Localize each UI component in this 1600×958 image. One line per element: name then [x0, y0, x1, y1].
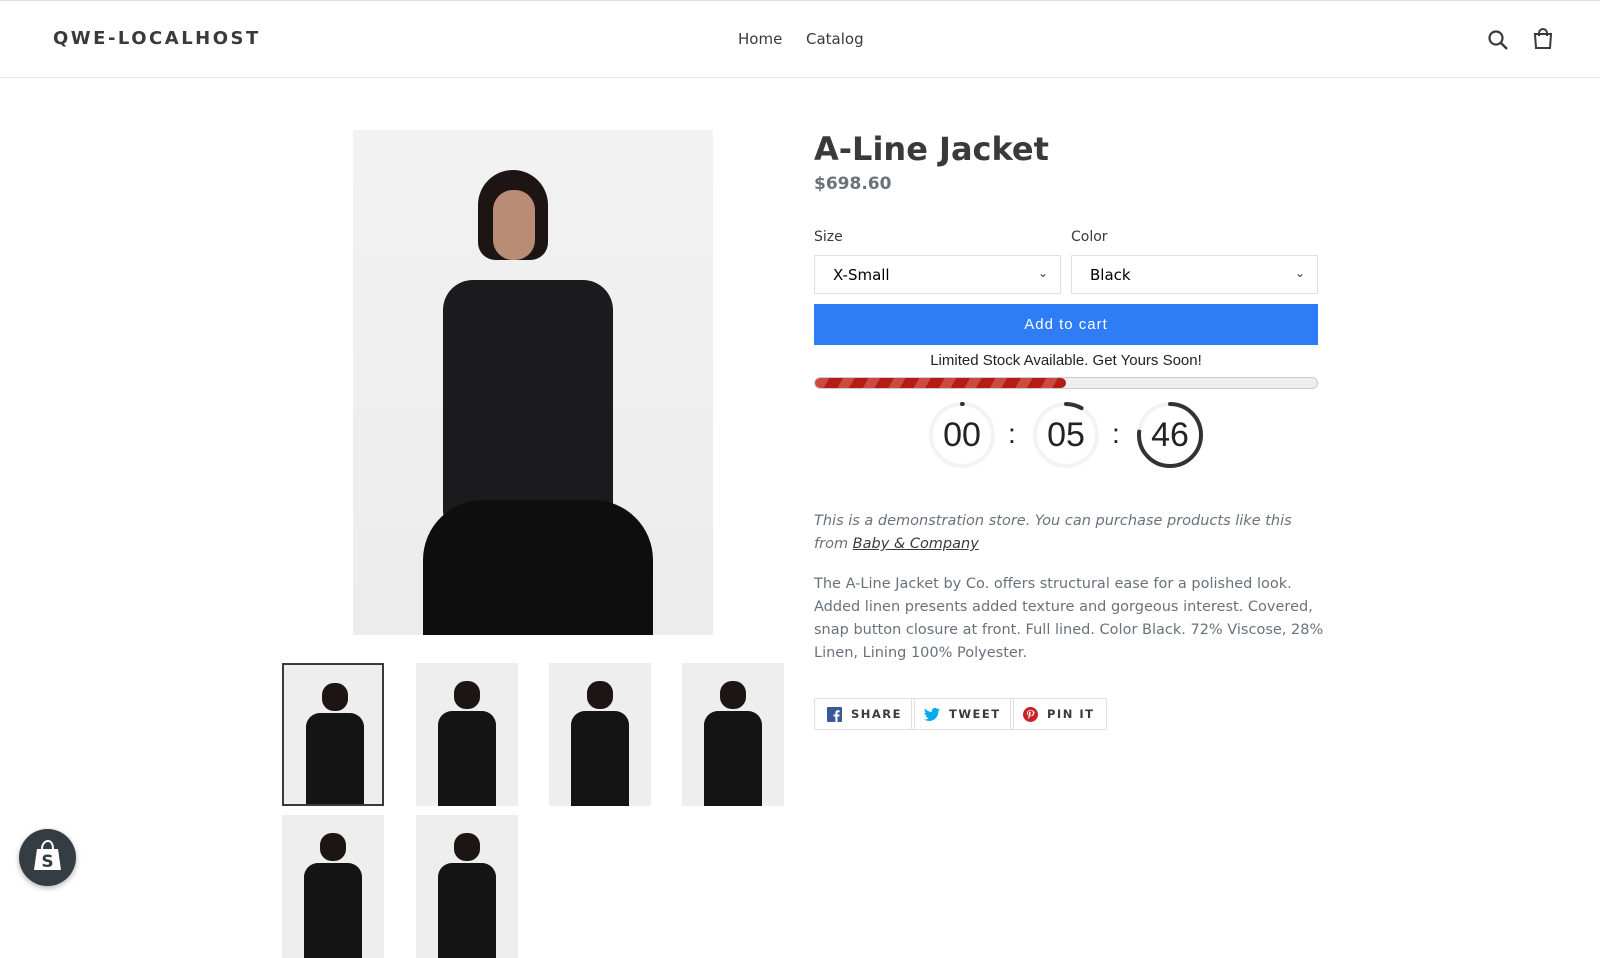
timer-hours: 00 [927, 400, 997, 474]
timer-value: 05 [1047, 416, 1085, 454]
color-value: Black [1090, 266, 1131, 284]
stock-message: Limited Stock Available. Get Yours Soon! [930, 352, 1202, 369]
timer-value: 00 [943, 416, 981, 454]
timer-minutes: 05 [1031, 400, 1101, 474]
timer-value: 46 [1151, 416, 1189, 454]
demo-notice: This is a demonstration store. You can p… [814, 510, 1324, 556]
nav-home[interactable]: Home [738, 30, 782, 48]
product-description: The A-Line Jacket by Co. offers structur… [814, 576, 1324, 661]
chevron-down-icon: ⌄ [1294, 266, 1305, 280]
product-thumbnail[interactable] [682, 663, 784, 806]
size-value: X-Small [833, 266, 890, 284]
timer-colon: : [1112, 418, 1120, 449]
size-label: Size [814, 229, 843, 245]
cart-icon[interactable] [1533, 28, 1553, 50]
pin-label: PIN IT [1047, 707, 1095, 721]
facebook-icon [827, 706, 842, 722]
site-header: QWE-LOCALHOST Home Catalog [0, 0, 1600, 78]
product-price: $698.60 [814, 174, 892, 194]
timer-seconds: 46 [1135, 400, 1205, 474]
demo-link[interactable]: Baby & Company [853, 536, 979, 552]
nav-catalog[interactable]: Catalog [806, 30, 864, 48]
add-to-cart-button[interactable]: Add to cart [814, 304, 1318, 345]
product-thumbnail[interactable] [416, 663, 518, 806]
product-title: A-Line Jacket [814, 130, 1049, 168]
pinterest-icon [1023, 706, 1038, 722]
share-label: SHARE [851, 707, 903, 721]
size-select[interactable]: X-Small ⌄ [814, 255, 1061, 294]
shopify-bag-icon: S [34, 839, 61, 872]
chevron-down-icon: ⌄ [1037, 266, 1048, 280]
svg-text:S: S [41, 852, 53, 872]
color-label: Color [1071, 229, 1108, 245]
product-main-image[interactable] [353, 130, 713, 635]
shopify-badge[interactable]: S [19, 829, 76, 886]
store-logo[interactable]: QWE-LOCALHOST [53, 28, 261, 49]
search-icon[interactable] [1487, 29, 1509, 51]
product-thumbnail[interactable] [282, 663, 384, 806]
twitter-share-button[interactable]: TWEET [911, 698, 1014, 730]
tweet-label: TWEET [949, 707, 1001, 721]
product-thumbnail[interactable] [416, 815, 518, 958]
twitter-icon [924, 707, 940, 721]
timer-colon: : [1008, 418, 1016, 449]
stock-progress-bar [814, 377, 1318, 389]
product-thumbnail[interactable] [549, 663, 651, 806]
pinterest-share-button[interactable]: PIN IT [1010, 698, 1108, 730]
product-thumbnail[interactable] [282, 815, 384, 958]
stock-progress-fill [815, 378, 1066, 388]
color-select[interactable]: Black ⌄ [1071, 255, 1318, 294]
facebook-share-button[interactable]: SHARE [814, 698, 916, 730]
